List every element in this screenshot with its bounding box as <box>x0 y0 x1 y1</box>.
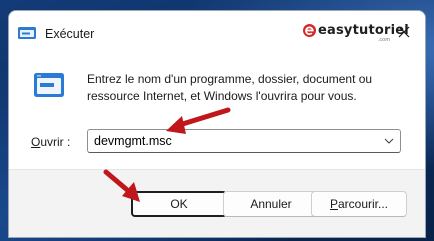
window-title: Exécuter <box>45 27 95 41</box>
ok-button[interactable]: OK <box>131 191 227 217</box>
title-bar[interactable]: Exécuter easytutoriel .com <box>9 11 425 49</box>
run-icon <box>34 73 64 97</box>
brand-suffix: .com <box>378 37 390 43</box>
run-dialog: Exécuter easytutoriel .com Entrez le nom… <box>8 10 426 238</box>
dialog-description: Entrez le nom d'un programme, dossier, d… <box>87 72 373 103</box>
close-icon[interactable] <box>397 25 411 39</box>
dialog-body: Entrez le nom d'un programme, dossier, d… <box>9 49 425 169</box>
brand-watermark: easytutoriel .com <box>302 23 409 43</box>
run-app-icon <box>18 27 36 39</box>
cancel-button[interactable]: Annuler <box>223 191 319 217</box>
open-label-text: uvrir : <box>40 135 71 149</box>
chevron-down-icon[interactable] <box>384 137 394 145</box>
browse-label: arcourir... <box>338 197 389 211</box>
brand-text: easytutoriel <box>318 23 409 38</box>
browse-button[interactable]: Parcourir... <box>311 191 407 217</box>
open-input[interactable]: devmgmt.msc <box>94 134 172 148</box>
browse-mnemonic: P <box>329 197 338 211</box>
open-label: Ouvrir : <box>31 135 70 149</box>
button-bar: OK Annuler Parcourir... <box>9 169 425 237</box>
open-label-mnemonic: O <box>31 135 41 149</box>
brand-logo-icon <box>303 24 316 37</box>
open-combobox[interactable]: devmgmt.msc <box>87 129 401 153</box>
